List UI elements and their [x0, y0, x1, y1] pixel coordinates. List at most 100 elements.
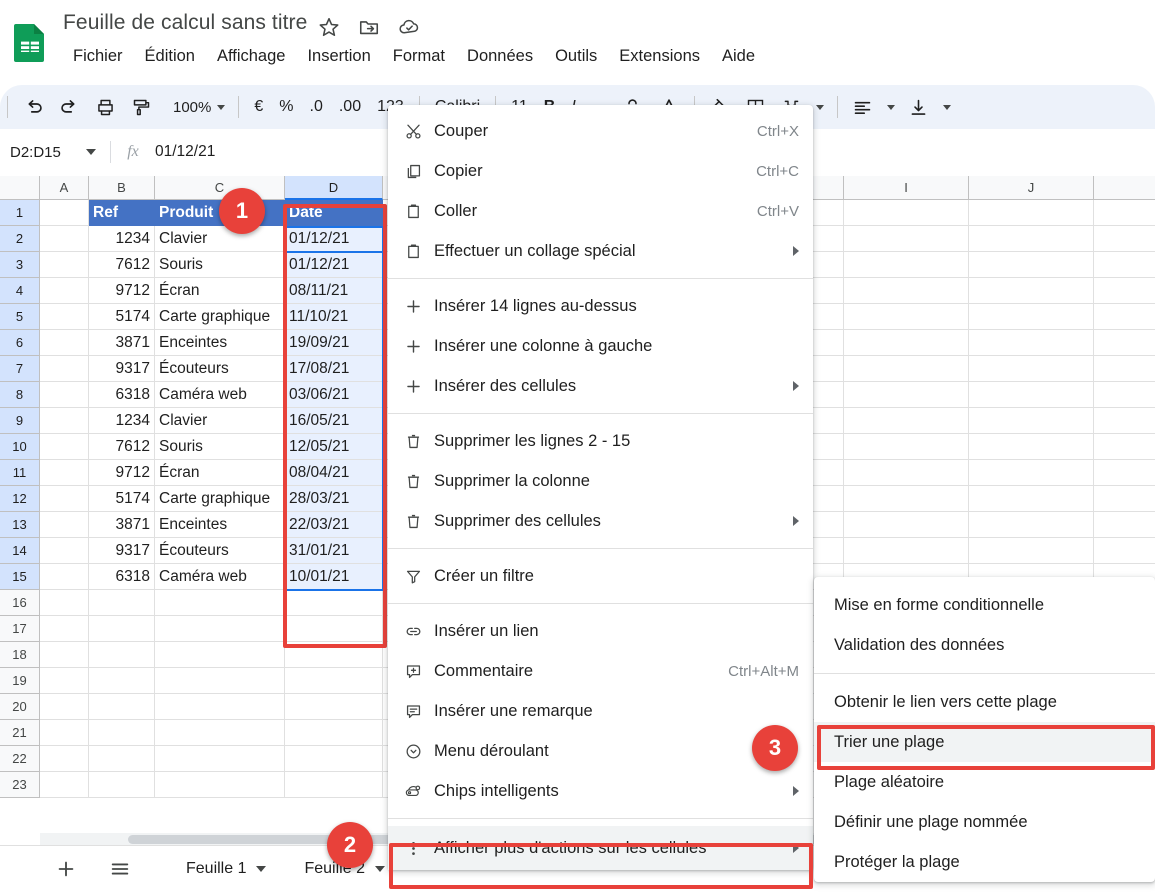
menu-edition[interactable]: Édition: [134, 44, 206, 69]
chevron-down-icon[interactable]: [374, 866, 385, 872]
grid-cell-empty[interactable]: [1094, 408, 1155, 434]
grid-cell-empty[interactable]: [40, 408, 89, 434]
table-cell[interactable]: Écran: [155, 460, 285, 486]
grid-cell-empty[interactable]: [40, 200, 89, 226]
grid-cell-empty[interactable]: [40, 616, 89, 642]
chevron-down-icon[interactable]: [886, 104, 895, 110]
grid-cell-empty[interactable]: [40, 252, 89, 278]
grid-cell-empty[interactable]: [1094, 226, 1155, 252]
grid-cell-empty[interactable]: [285, 616, 383, 642]
grid-cell-empty[interactable]: [89, 694, 155, 720]
table-cell[interactable]: 9712: [89, 278, 155, 304]
star-icon[interactable]: [318, 16, 340, 38]
submenu-item-plage-aleatoire[interactable]: Plage aléatoire: [814, 762, 1155, 802]
grid-cell-empty[interactable]: [89, 772, 155, 798]
table-cell[interactable]: Clavier: [155, 408, 285, 434]
row-header-22[interactable]: 22: [0, 746, 40, 772]
menu-insertion[interactable]: Insertion: [296, 44, 381, 69]
grid-cell-empty[interactable]: [1094, 252, 1155, 278]
grid-cell-empty[interactable]: [1094, 434, 1155, 460]
menu-item-copier[interactable]: Copier Ctrl+C: [388, 151, 813, 191]
row-header-8[interactable]: 8: [0, 382, 40, 408]
sheet-tab-feuille-1[interactable]: Feuille 1: [170, 847, 274, 891]
move-to-folder-icon[interactable]: [358, 16, 380, 38]
submenu-item-mise-en-forme-conditionnelle[interactable]: Mise en forme conditionnelle: [814, 585, 1155, 625]
table-cell[interactable]: 7612: [89, 434, 155, 460]
table-cell[interactable]: Souris: [155, 434, 285, 460]
grid-cell-empty[interactable]: [969, 460, 1094, 486]
grid-cell-empty[interactable]: [1094, 538, 1155, 564]
grid-cell-empty[interactable]: [969, 200, 1094, 226]
row-header-3[interactable]: 3: [0, 252, 40, 278]
row-header-19[interactable]: 19: [0, 668, 40, 694]
column-header-c[interactable]: C: [155, 176, 285, 200]
table-cell[interactable]: 10/01/21: [285, 564, 383, 590]
grid-cell-empty[interactable]: [844, 434, 969, 460]
table-cell[interactable]: Carte graphique: [155, 304, 285, 330]
submenu-item-obtenir-lien[interactable]: Obtenir le lien vers cette plage: [814, 682, 1155, 722]
row-header-14[interactable]: 14: [0, 538, 40, 564]
grid-cell-empty[interactable]: [40, 694, 89, 720]
row-header-15[interactable]: 15: [0, 564, 40, 590]
menu-extensions[interactable]: Extensions: [608, 44, 711, 69]
row-header-9[interactable]: 9: [0, 408, 40, 434]
table-cell[interactable]: 9317: [89, 356, 155, 382]
grid-cell-empty[interactable]: [40, 512, 89, 538]
grid-cell-empty[interactable]: [969, 408, 1094, 434]
grid-cell-empty[interactable]: [40, 772, 89, 798]
table-header-cell[interactable]: Ref: [89, 200, 155, 226]
grid-cell-empty[interactable]: [969, 382, 1094, 408]
table-cell[interactable]: 03/06/21: [285, 382, 383, 408]
grid-cell-empty[interactable]: [1094, 278, 1155, 304]
table-cell[interactable]: 1234: [89, 226, 155, 252]
menu-item-supprimer-lignes[interactable]: Supprimer les lignes 2 - 15: [388, 421, 813, 461]
grid-cell-empty[interactable]: [155, 616, 285, 642]
grid-cell-empty[interactable]: [285, 590, 383, 616]
grid-cell-empty[interactable]: [285, 720, 383, 746]
column-header-d[interactable]: D: [285, 176, 383, 200]
table-cell[interactable]: Clavier: [155, 226, 285, 252]
menu-item-chips-intelligents[interactable]: Chips intelligents: [388, 771, 813, 811]
chevron-down-icon[interactable]: [86, 149, 96, 155]
grid-cell-empty[interactable]: [844, 304, 969, 330]
column-header-k[interactable]: [1094, 176, 1155, 200]
grid-cell-empty[interactable]: [844, 460, 969, 486]
redo-icon[interactable]: [54, 92, 84, 122]
table-cell[interactable]: 9712: [89, 460, 155, 486]
formula-input[interactable]: 01/12/21: [155, 143, 215, 161]
table-cell[interactable]: 1234: [89, 408, 155, 434]
grid-cell-empty[interactable]: [40, 226, 89, 252]
grid-cell-empty[interactable]: [40, 564, 89, 590]
grid-cell-empty[interactable]: [1094, 382, 1155, 408]
grid-cell-empty[interactable]: [285, 772, 383, 798]
grid-cell-empty[interactable]: [969, 486, 1094, 512]
grid-cell-empty[interactable]: [89, 590, 155, 616]
menu-outils[interactable]: Outils: [544, 44, 608, 69]
decimal-increase-button[interactable]: .00: [331, 92, 369, 122]
menu-aide[interactable]: Aide: [711, 44, 766, 69]
grid-cell-empty[interactable]: [285, 642, 383, 668]
table-cell[interactable]: 28/03/21: [285, 486, 383, 512]
name-box[interactable]: D2:D15: [0, 129, 110, 175]
column-header-i[interactable]: I: [844, 176, 969, 200]
menu-fichier[interactable]: Fichier: [62, 44, 134, 69]
row-header-6[interactable]: 6: [0, 330, 40, 356]
submenu-item-trier-une-plage[interactable]: Trier une plage: [814, 722, 1155, 762]
grid-cell-empty[interactable]: [155, 590, 285, 616]
grid-cell-empty[interactable]: [969, 538, 1094, 564]
table-cell[interactable]: Souris: [155, 252, 285, 278]
menu-item-inserer-colonne[interactable]: Insérer une colonne à gauche: [388, 326, 813, 366]
grid-cell-empty[interactable]: [40, 642, 89, 668]
percent-format-button[interactable]: %: [271, 92, 301, 122]
undo-icon[interactable]: [18, 92, 48, 122]
grid-cell-empty[interactable]: [844, 200, 969, 226]
menu-item-inserer-remarque[interactable]: Insérer une remarque: [388, 691, 813, 731]
grid-cell-empty[interactable]: [844, 486, 969, 512]
grid-cell-empty[interactable]: [40, 668, 89, 694]
table-cell[interactable]: 5174: [89, 304, 155, 330]
table-cell[interactable]: 11/10/21: [285, 304, 383, 330]
menu-item-afficher-plus-actions[interactable]: Afficher plus d'actions sur les cellules: [388, 826, 813, 870]
table-cell[interactable]: Écouteurs: [155, 356, 285, 382]
chevron-down-icon[interactable]: [256, 866, 267, 872]
menu-item-inserer-lignes[interactable]: Insérer 14 lignes au-dessus: [388, 286, 813, 326]
